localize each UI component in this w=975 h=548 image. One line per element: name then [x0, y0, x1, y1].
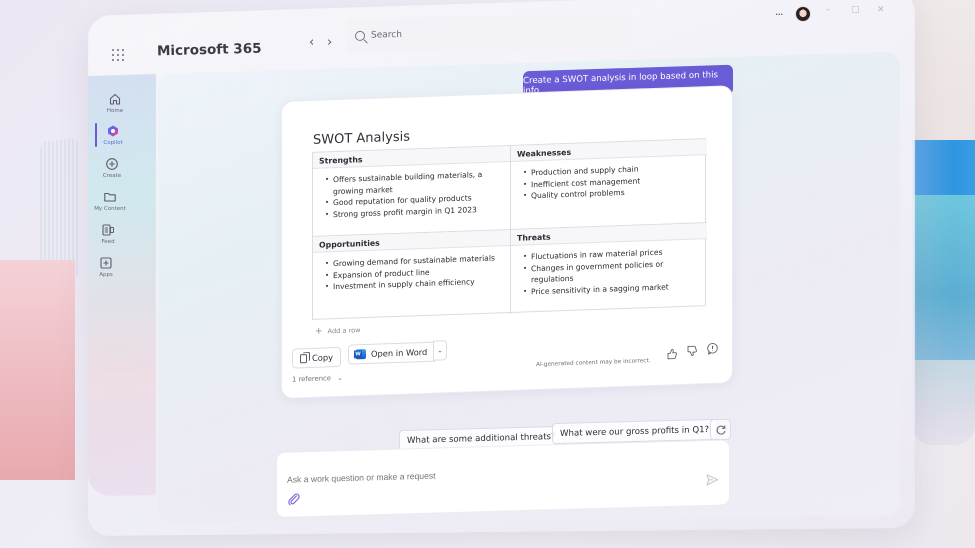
copy-label: Copy	[312, 352, 334, 363]
app-launcher-icon[interactable]	[112, 49, 126, 63]
add-row-label: Add a row	[327, 326, 361, 336]
search-placeholder: Search	[371, 29, 402, 41]
feed-icon	[102, 224, 114, 236]
sidebar-item-label: Copilot	[103, 140, 123, 146]
composer	[276, 439, 730, 518]
ai-disclaimer: AI-generated content may be incorrect.	[536, 358, 651, 369]
background-decoration	[912, 0, 975, 140]
thumbs-down-icon[interactable]	[685, 344, 698, 357]
back-button[interactable]: ‹	[309, 35, 314, 50]
minimize-button[interactable]: –	[826, 5, 831, 15]
apps-icon	[100, 257, 112, 269]
plus-icon: +	[315, 326, 323, 337]
sidebar-item-my-content[interactable]: My Content	[88, 190, 132, 212]
chat-input[interactable]	[287, 463, 687, 485]
chevron-down-icon: ⌄	[337, 373, 343, 383]
background-decoration	[912, 195, 975, 445]
refresh-suggestions-button[interactable]	[710, 419, 731, 440]
more-options-button[interactable]: ···	[775, 8, 783, 21]
sidebar-item-label: Feed	[101, 239, 115, 245]
references-toggle[interactable]: 1 reference ⌄	[292, 374, 343, 384]
sidebar-item-label: My Content	[94, 206, 126, 212]
maximize-button[interactable]: ▢	[851, 5, 860, 15]
copy-icon	[300, 353, 307, 363]
plus-circle-icon	[106, 158, 118, 170]
avatar[interactable]	[795, 6, 811, 22]
home-icon	[109, 93, 121, 105]
chevron-down-icon: ⌄	[437, 346, 443, 355]
thumbs-up-icon[interactable]	[665, 347, 678, 360]
forward-button[interactable]: ›	[327, 35, 332, 50]
feedback-icon[interactable]	[706, 342, 719, 355]
swot-opportunities[interactable]: Opportunities Growing demand for sustain…	[313, 229, 511, 321]
copy-button[interactable]: Copy	[292, 346, 342, 369]
search-input[interactable]: Search	[347, 12, 631, 54]
reference-label: 1 reference	[292, 374, 331, 384]
swot-table[interactable]: Strengths Offers sustainable building ma…	[312, 138, 707, 321]
app-title: Microsoft 365	[156, 40, 262, 60]
swot-threats[interactable]: Threats Fluctuations in raw material pri…	[511, 223, 707, 314]
send-icon[interactable]	[705, 473, 719, 487]
open-in-word-label: Open in Word	[371, 346, 428, 359]
close-button[interactable]: ✕	[877, 5, 885, 15]
sidebar-item-create[interactable]: Create	[90, 157, 134, 179]
refresh-icon	[716, 425, 726, 435]
sidebar-item-feed[interactable]: Feed	[86, 223, 130, 245]
open-in-word-button[interactable]: Open in Word	[348, 341, 436, 365]
word-options-dropdown[interactable]: ⌄	[433, 340, 447, 361]
word-icon	[356, 349, 366, 360]
folder-icon	[104, 192, 116, 202]
sidebar-item-home[interactable]: Home	[93, 92, 137, 114]
swot-weaknesses[interactable]: Weaknesses Production and supply chain I…	[511, 139, 707, 230]
search-icon	[355, 30, 365, 42]
response-card: SWOT Analysis Strengths Offers sustainab…	[281, 85, 733, 399]
copilot-icon	[108, 125, 118, 137]
background-decoration	[0, 260, 75, 480]
swot-strengths[interactable]: Strengths Offers sustainable building ma…	[313, 145, 511, 237]
sidebar-item-label: Create	[102, 173, 122, 179]
attach-icon[interactable]	[287, 492, 301, 506]
sidebar-item-label: Apps	[99, 272, 113, 278]
swot-title: SWOT Analysis	[313, 129, 410, 148]
sidebar-item-apps[interactable]: Apps	[84, 256, 128, 278]
add-row-button[interactable]: + Add a row	[315, 325, 361, 337]
sidebar-item-label: Home	[106, 108, 124, 114]
sidebar-item-copilot[interactable]: Copilot	[91, 124, 135, 146]
